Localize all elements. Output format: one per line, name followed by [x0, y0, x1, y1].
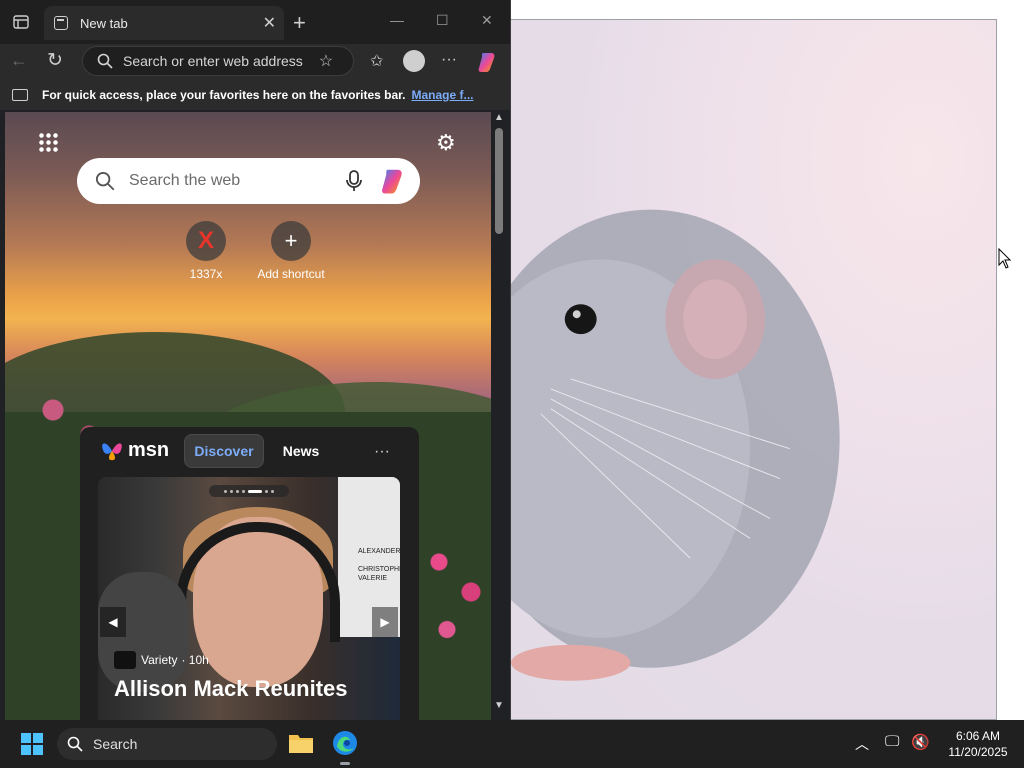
tab-bar: New tab ✕ + — ☐ ✕: [0, 0, 510, 44]
taskbar-search-box[interactable]: Search: [57, 728, 277, 760]
favorites-icon[interactable]: ✩: [370, 51, 383, 71]
article-age: · 10h: [181, 653, 209, 667]
edge-browser-window: New tab ✕ + — ☐ ✕ ← ↻ Search or enter we…: [0, 0, 511, 720]
windows-start-icon[interactable]: [20, 732, 44, 756]
scrollbar-thumb[interactable]: [495, 128, 503, 234]
shortcut-label: 1337x: [189, 267, 223, 281]
article-headline[interactable]: Allison Mack Reunites: [114, 675, 400, 703]
carousel-prev-icon[interactable]: ◀: [100, 607, 126, 637]
tab-new-tab[interactable]: New tab ✕: [44, 6, 284, 40]
shortcut-label: Add shortcut: [257, 267, 325, 281]
active-app-indicator: [340, 762, 350, 765]
favorites-bar-icon: [12, 89, 28, 101]
shortcut-1337x[interactable]: X 1337x: [161, 221, 251, 281]
rat-photo: [511, 209, 840, 681]
copilot-icon[interactable]: [380, 166, 410, 196]
address-bar[interactable]: Search or enter web address ☆: [82, 46, 354, 76]
new-tab-page-icon: [54, 16, 68, 30]
source-name: Variety: [141, 653, 178, 667]
close-window-icon[interactable]: ✕: [481, 12, 493, 29]
add-shortcut-button[interactable]: + Add shortcut: [246, 221, 336, 281]
clock-time: 6:06 AM: [955, 729, 1001, 743]
scroll-down-arrow-icon[interactable]: ▼: [494, 700, 504, 711]
apps-grid-icon[interactable]: [38, 132, 58, 152]
page-settings-gear-icon[interactable]: ⚙: [436, 130, 456, 156]
show-hidden-icons-chevron-icon[interactable]: ︿: [855, 734, 869, 754]
clock-date: 11/20/2025: [948, 745, 1008, 759]
carousel-next-icon[interactable]: ▶: [372, 607, 398, 637]
new-tab-page: ⚙ Search the web X 1337x + Add shortcut …: [5, 112, 491, 720]
manage-favorites-link[interactable]: Manage f...: [411, 88, 473, 102]
refresh-icon[interactable]: ↻: [47, 49, 63, 72]
minimize-icon[interactable]: —: [390, 12, 404, 28]
tab-title: New tab: [80, 15, 128, 31]
edge-browser-taskbar-icon[interactable]: [332, 730, 358, 756]
page-scrollbar[interactable]: ▲ ▼: [491, 112, 509, 720]
tab-actions-icon[interactable]: [13, 14, 29, 30]
source-logo: [114, 651, 136, 669]
background-flowers: [415, 532, 491, 682]
mouse-cursor-icon: [998, 248, 1012, 269]
network-monitor-icon[interactable]: 🖵: [885, 733, 899, 750]
msn-logo[interactable]: msn: [100, 439, 169, 462]
carousel-indicator[interactable]: [209, 485, 289, 497]
article-image[interactable]: ALEXANDERCHRISTOPHERVALERIE ◀ ▶ Variety …: [98, 477, 400, 720]
maximize-icon[interactable]: ☐: [436, 12, 449, 29]
web-search-placeholder: Search the web: [129, 172, 241, 189]
msn-feed-card: msn Discover News ··· ALEXANDER CHRISTOPH…: [80, 427, 419, 720]
tab-discover[interactable]: Discover: [184, 434, 264, 468]
new-tab-plus-icon[interactable]: +: [293, 10, 306, 36]
msn-header: msn Discover News ···: [80, 427, 419, 477]
navigation-toolbar: ← ↻ Search or enter web address ☆ ✩ ···: [0, 44, 510, 80]
scroll-up-arrow-icon[interactable]: ▲: [494, 112, 504, 123]
settings-more-button[interactable]: ···: [441, 51, 457, 69]
address-placeholder: Search or enter web address: [123, 53, 303, 69]
msn-brand: msn: [128, 439, 170, 461]
search-icon: [67, 736, 83, 752]
speaker-muted-icon[interactable]: 🔇: [911, 733, 930, 751]
taskbar-search-label: Search: [93, 736, 138, 752]
favorites-bar: For quick access, place your favorites h…: [0, 80, 510, 110]
search-icon: [95, 171, 115, 191]
copilot-icon[interactable]: [477, 50, 501, 74]
msn-more-options[interactable]: ···: [374, 443, 390, 461]
file-explorer-icon[interactable]: [288, 731, 314, 755]
image-viewer-window[interactable]: [510, 19, 997, 720]
windows-taskbar: Search ︿ 🖵 🔇 6:06 AM 11/20/2025: [0, 720, 1024, 768]
article-source: Variety · 10h: [114, 651, 209, 669]
search-icon: [97, 53, 113, 69]
profile-avatar[interactable]: [403, 50, 425, 72]
add-plus-icon: +: [271, 221, 311, 261]
favorite-star-icon[interactable]: ☆: [319, 51, 333, 71]
web-search-box[interactable]: Search the web: [77, 158, 420, 204]
tab-news[interactable]: News: [276, 434, 326, 468]
favorites-bar-message: For quick access, place your favorites h…: [42, 88, 406, 102]
microphone-icon[interactable]: [344, 169, 364, 193]
system-clock[interactable]: 6:06 AM 11/20/2025: [938, 728, 1018, 760]
shortcut-1337x-icon: X: [186, 221, 226, 261]
back-arrow-icon[interactable]: ←: [10, 50, 28, 71]
msn-butterfly-icon: [102, 442, 122, 460]
close-tab-icon[interactable]: ✕: [263, 13, 276, 33]
